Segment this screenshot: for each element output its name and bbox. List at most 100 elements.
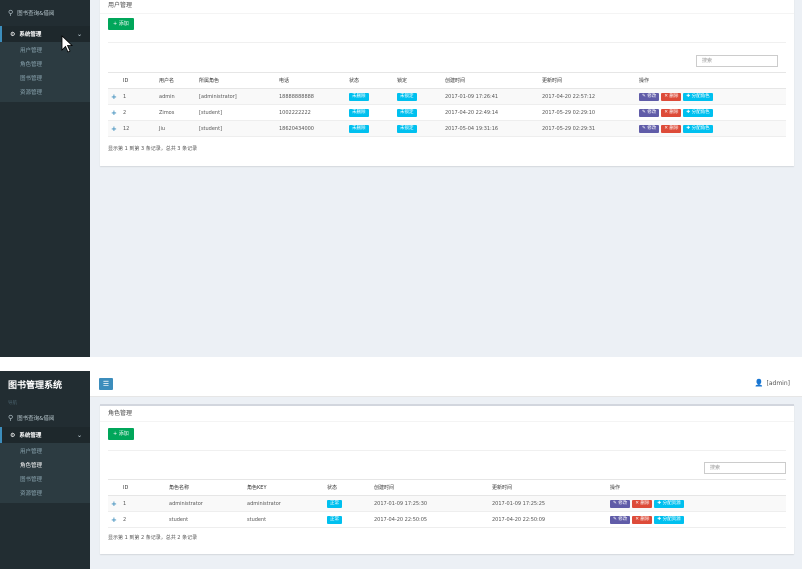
column-header[interactable]: 创建时间	[442, 72, 539, 89]
column-header[interactable]: 状态	[324, 479, 371, 496]
cell-id: 2	[120, 511, 166, 528]
column-header[interactable]: 更新时间	[489, 479, 607, 496]
app-title[interactable]: 图书管理系统	[0, 371, 90, 397]
lock-badge: 未锁定	[397, 124, 417, 133]
column-header[interactable]: 状态	[346, 72, 394, 89]
expand-icon[interactable]: +	[111, 516, 117, 524]
cell-role: [student]	[196, 120, 276, 137]
user-menu[interactable]: 👤 [admin]	[755, 379, 790, 387]
sidebar-item-books[interactable]: 图书管理	[0, 473, 90, 487]
delete-button[interactable]: ✕ 删除	[661, 124, 682, 133]
edit-button[interactable]: ✎ 修改	[639, 92, 660, 101]
assign-role-button[interactable]: ✚ 分配角色	[683, 124, 713, 133]
add-user-button[interactable]: + 添加	[108, 18, 134, 30]
pagination-info: 显示第 1 到第 3 条记录，总共 3 条记录	[108, 146, 198, 152]
cell-username: admin	[156, 88, 196, 105]
top-navbar: ☰ 👤 [admin]	[90, 371, 802, 397]
user-name: [admin]	[766, 379, 790, 387]
expand-icon[interactable]: +	[111, 93, 117, 101]
expand-icon[interactable]: +	[111, 125, 117, 133]
edit-button[interactable]: ✎ 修改	[610, 499, 631, 508]
table-row: + 2 Zimos [student] 1002222222 未删除 未锁定 2…	[108, 104, 786, 121]
table-header-row: ID 用户名 所属角色 电话 状态 锁定 创建时间 更新时间 操作	[108, 72, 786, 89]
cell-created: 2017-01-09 17:25:30	[371, 495, 489, 512]
cell-id: 1	[120, 495, 166, 512]
role-management-screen: 图书管理系统 导航 ⚲ 图书查询&借阅 ⚙ 系统管理 ⌄ 用户管理 角色管理 图…	[0, 371, 802, 569]
cell-created: 2017-04-20 22:50:05	[371, 511, 489, 528]
cell-role-key: student	[244, 511, 324, 528]
sidebar: 图书管理系统 导航 ⚲ 图书查询&借阅 ⚙ 系统管理 ⌄ 用户管理 角色管理 图…	[0, 371, 90, 569]
cell-role-key: administrator	[244, 495, 324, 512]
column-header[interactable]: 所属角色	[196, 72, 276, 89]
pagination-info: 显示第 1 到第 2 条记录，总共 2 条记录	[108, 535, 198, 541]
edit-button[interactable]: ✎ 修改	[639, 108, 660, 117]
gear-icon: ⚙	[10, 431, 16, 439]
delete-button[interactable]: ✕ 删除	[632, 515, 653, 524]
chevron-down-icon: ⌄	[76, 431, 82, 439]
nav-label: 导航	[8, 401, 17, 406]
sidebar-item-users[interactable]: 用户管理	[0, 445, 90, 459]
cell-updated: 2017-01-09 17:25:25	[489, 495, 607, 512]
cell-role: [administrator]	[196, 88, 276, 105]
cell-created: 2017-04-20 22:49:14	[442, 104, 539, 121]
column-header[interactable]: 锁定	[394, 72, 442, 89]
table-row: + 2 student student 正常 2017-04-20 22:50:…	[108, 511, 786, 528]
sidebar-item-books[interactable]: 图书管理	[0, 72, 90, 86]
cell-id: 2	[120, 104, 156, 121]
sidebar-item-roles[interactable]: 角色管理	[0, 58, 90, 72]
column-header[interactable]: 角色名称	[166, 479, 244, 496]
column-header[interactable]: 创建时间	[371, 479, 489, 496]
system-submenu: 用户管理 角色管理 图书管理 资源管理	[0, 443, 90, 503]
column-header[interactable]: 角色KEY	[244, 479, 324, 496]
expand-icon[interactable]: +	[111, 109, 117, 117]
cell-id: 12	[120, 120, 156, 137]
role-search-input[interactable]: 搜索	[704, 462, 786, 474]
system-menu-header[interactable]: ⚙ 系统管理 ⌄	[0, 26, 90, 42]
column-header[interactable]: 用户名	[156, 72, 196, 89]
column-header[interactable]: ID	[120, 72, 156, 89]
column-header[interactable]: 电话	[276, 72, 346, 89]
column-header[interactable]: ID	[120, 479, 166, 496]
divider	[108, 42, 786, 43]
edit-button[interactable]: ✎ 修改	[610, 515, 631, 524]
cell-id: 1	[120, 88, 156, 105]
delete-button[interactable]: ✕ 删除	[661, 92, 682, 101]
assign-role-button[interactable]: ✚ 分配角色	[683, 92, 713, 101]
column-header: 操作	[636, 72, 786, 89]
cell-updated: 2017-05-29 02:29:10	[539, 104, 636, 121]
user-box: 用户管理 + 添加 搜索 ID 用户名 所属角色 电话 状态 锁定 创建时间 更…	[100, 0, 794, 166]
sidebar-search[interactable]: ⚲ 图书查询&借阅	[0, 409, 90, 427]
sidebar: ⚲ 图书查询&借阅 ⚙ 系统管理 ⌄ 用户管理 角色管理 图书管理 资源管理	[0, 0, 90, 357]
sidebar-item-users[interactable]: 用户管理	[0, 44, 90, 58]
assign-resource-button[interactable]: ✚ 分配资源	[654, 499, 684, 508]
role-table: ID 角色名称 角色KEY 状态 创建时间 更新时间 操作 + 1 admini…	[108, 479, 786, 528]
sidebar-search[interactable]: ⚲ 图书查询&借阅	[0, 0, 90, 26]
edit-button[interactable]: ✎ 修改	[639, 124, 660, 133]
table-row: + 1 admin [administrator] 18888888888 未删…	[108, 88, 786, 105]
cell-phone: 18888888888	[276, 88, 346, 105]
delete-button[interactable]: ✕ 删除	[632, 499, 653, 508]
add-role-button[interactable]: + 添加	[108, 428, 134, 440]
user-icon: 👤	[754, 379, 764, 387]
lock-badge: 未锁定	[397, 108, 417, 117]
table-row: + 1 administrator administrator 正常 2017-…	[108, 495, 786, 512]
cell-updated: 2017-05-29 02:29:31	[539, 120, 636, 137]
system-menu-header[interactable]: ⚙ 系统管理 ⌄	[0, 427, 90, 443]
sidebar-item-resources[interactable]: 资源管理	[0, 86, 90, 100]
sidebar-item-roles[interactable]: 角色管理	[0, 459, 90, 473]
gear-icon: ⚙	[10, 30, 16, 38]
assign-resource-button[interactable]: ✚ 分配资源	[654, 515, 684, 524]
delete-button[interactable]: ✕ 删除	[661, 108, 682, 117]
sidebar-item-resources[interactable]: 资源管理	[0, 487, 90, 501]
user-search-input[interactable]: 搜索	[696, 55, 778, 67]
hamburger-icon: ☰	[102, 380, 110, 388]
column-header[interactable]: 更新时间	[539, 72, 636, 89]
status-badge: 未删除	[349, 92, 369, 101]
table-header-row: ID 角色名称 角色KEY 状态 创建时间 更新时间 操作	[108, 479, 786, 496]
system-menu-label: 系统管理	[19, 433, 42, 439]
expand-icon[interactable]: +	[111, 500, 117, 508]
assign-role-button[interactable]: ✚ 分配角色	[683, 108, 713, 117]
status-badge: 正常	[327, 515, 342, 524]
system-submenu: 用户管理 角色管理 图书管理 资源管理	[0, 42, 90, 102]
menu-toggle-button[interactable]: ☰	[99, 378, 113, 390]
